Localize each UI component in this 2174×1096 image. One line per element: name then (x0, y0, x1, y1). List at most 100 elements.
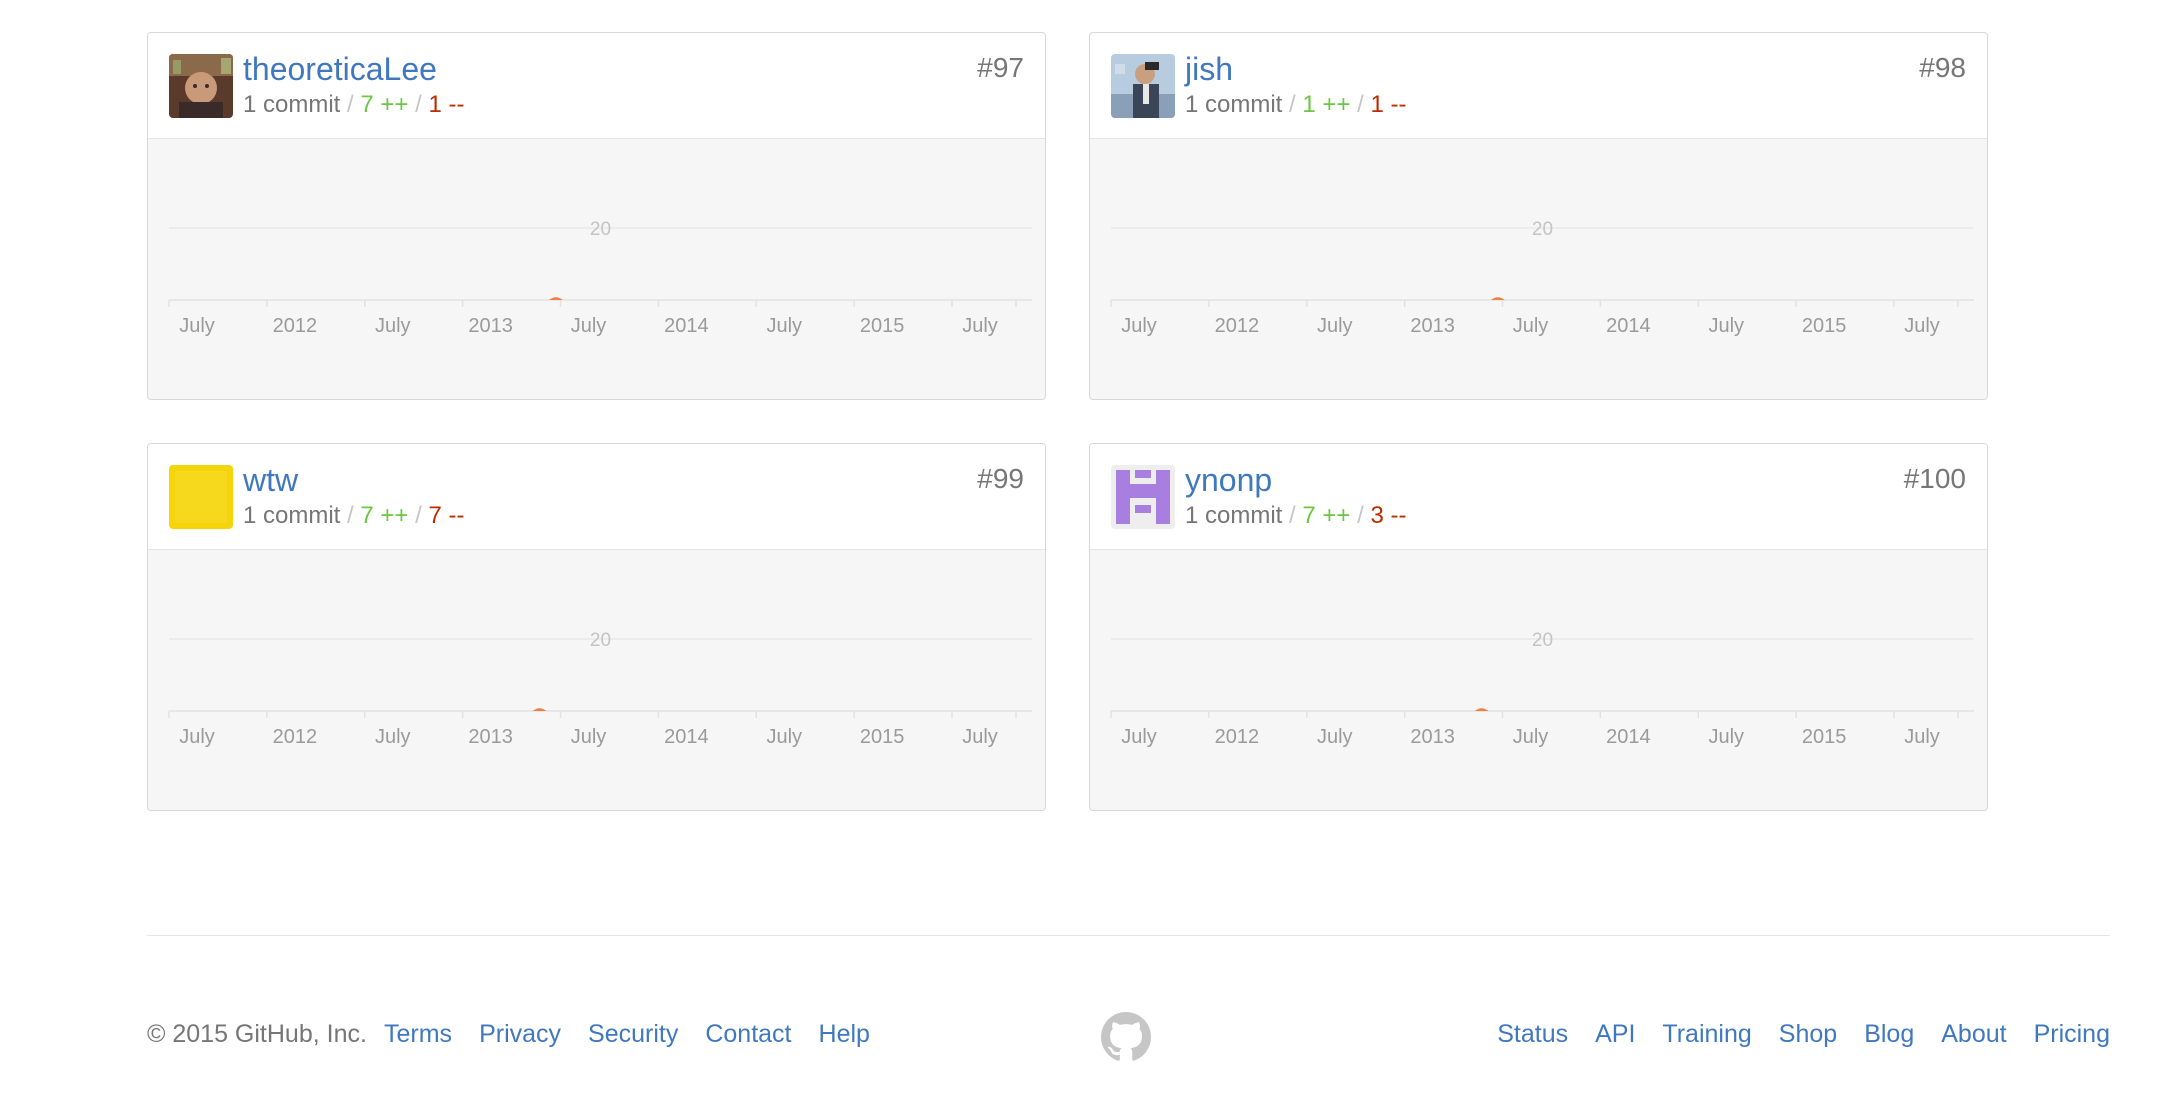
contributor-stats: 1 commit / 1 ++ / 1 -- (1185, 91, 1407, 118)
x-tick-label: July (962, 726, 998, 748)
footer-link-help[interactable]: Help (819, 1018, 870, 1050)
x-tick-label: July (766, 726, 802, 748)
footer-link-status[interactable]: Status (1497, 1018, 1568, 1050)
x-tick-label: July (1513, 726, 1549, 748)
contributor-activity-chart: 20 July 2012 July 2013 July 2014 July 2015 July (148, 550, 1044, 809)
deletions-count: 7 -- (428, 502, 465, 529)
user-photo-icon (1111, 54, 1175, 118)
footer-link-contact[interactable]: Contact (705, 1018, 791, 1050)
x-tick-label: July (179, 726, 215, 748)
contributor-activity-chart: 20 July 2012 July 2013 July 2014 July 2015 July (1090, 550, 1986, 809)
x-tick-label: 2013 (468, 726, 513, 748)
commit-count[interactable]: 1 commit (243, 91, 340, 118)
x-tick-label: 2013 (468, 315, 513, 337)
commit-count[interactable]: 1 commit (1185, 502, 1282, 529)
avatar[interactable] (1111, 465, 1175, 529)
data-point (1490, 297, 1505, 300)
x-tick-label: 2014 (664, 315, 709, 337)
y-tick-label: 20 (1532, 219, 1553, 240)
footer-link-privacy[interactable]: Privacy (479, 1018, 561, 1050)
contributor-rank: #99 (977, 463, 1024, 494)
x-tick-label: July (375, 726, 411, 748)
footer-link-security[interactable]: Security (588, 1018, 678, 1050)
x-tick-label: July (1317, 315, 1353, 337)
x-tick-label: 2015 (860, 315, 905, 337)
contributor-card: theoreticaLee 1 commit / 7 ++ / 1 -- #97… (147, 32, 1046, 400)
x-tick-label: 2015 (1802, 315, 1847, 337)
contributor-stats: 1 commit / 7 ++ / 3 -- (1185, 502, 1407, 529)
x-tick-label: July (1904, 726, 1940, 748)
footer-link-pricing[interactable]: Pricing (2034, 1018, 2110, 1050)
x-tick-label: July (571, 726, 607, 748)
site-footer: © 2015 GitHub, Inc. Terms Privacy Securi… (147, 1012, 2110, 1061)
contributor-card-header: theoreticaLee 1 commit / 7 ++ / 1 -- #97 (148, 33, 1045, 139)
x-tick-label: July (962, 315, 998, 337)
footer-link-blog[interactable]: Blog (1864, 1018, 1914, 1050)
commit-count[interactable]: 1 commit (243, 502, 340, 529)
x-tick-label: July (1708, 315, 1744, 337)
x-tick-label: 2012 (273, 726, 318, 748)
avatar[interactable] (1111, 54, 1175, 118)
footer-link-about[interactable]: About (1941, 1018, 2006, 1050)
x-tick-label: 2012 (1215, 726, 1260, 748)
footer-link-shop[interactable]: Shop (1779, 1018, 1837, 1050)
deletions-count: 1 -- (428, 91, 465, 118)
avatar[interactable] (169, 54, 233, 118)
y-tick-label: 20 (1532, 630, 1553, 651)
x-tick-label: 2013 (1410, 726, 1455, 748)
x-tick-label: July (1317, 726, 1353, 748)
github-octocat-icon[interactable] (1101, 1012, 1151, 1062)
y-tick-label: 20 (590, 630, 611, 651)
contributor-card-header: jish 1 commit / 1 ++ / 1 -- #98 (1090, 33, 1987, 139)
x-tick-label: 2012 (273, 315, 318, 337)
copyright-text: © 2015 GitHub, Inc. (147, 1020, 367, 1048)
contributor-rank: #97 (977, 52, 1024, 83)
contributor-activity-chart: 20 July 2012 July 2013 July 2014 July 2015 July (148, 139, 1044, 398)
additions-count: 7 ++ (1302, 502, 1351, 529)
contributor-card: wtw 1 commit / 7 ++ / 7 -- #99 20 July 201… (147, 443, 1046, 811)
x-tick-label: 2012 (1215, 315, 1260, 337)
x-tick-label: 2013 (1410, 315, 1455, 337)
commit-count[interactable]: 1 commit (1185, 91, 1282, 118)
identicon-icon (1111, 465, 1175, 529)
chart-svg: 20 July 2012 July 2013 July 2014 July 2015 July (1110, 630, 1974, 748)
x-tick-label: July (766, 315, 802, 337)
contributor-username-link[interactable]: theoreticaLee (243, 50, 437, 88)
additions-count: 7 ++ (360, 91, 409, 118)
footer-links-right: Status API Training Shop Blog About Pric… (1497, 1018, 2110, 1050)
chart-svg: 20 July 2012 July 2013 July 2014 July 2015 July (168, 630, 1032, 748)
deletions-count: 3 -- (1370, 502, 1407, 529)
footer-links-left: Terms Privacy Security Contact Help (384, 1018, 870, 1050)
contributor-card: ynonp 1 commit / 7 ++ / 3 -- #100 20 July… (1089, 443, 1988, 811)
contributor-username-link[interactable]: ynonp (1185, 461, 1272, 499)
contributors-page: theoreticaLee 1 commit / 7 ++ / 1 -- #97… (0, 0, 2174, 1096)
x-tick-label: July (179, 315, 215, 337)
x-tick-label: July (1121, 315, 1157, 337)
x-tick-label: July (375, 315, 411, 337)
contributor-activity-chart: 20 July 2012 July 2013 July 2014 July 2015 July (1090, 139, 1986, 398)
contributor-card-header: wtw 1 commit / 7 ++ / 7 -- #99 (148, 444, 1045, 550)
avatar[interactable] (169, 465, 233, 529)
identicon-icon (169, 465, 233, 529)
data-point (548, 297, 563, 300)
chart-svg: 20 July 2012 July 2013 July 2014 July 2015 July (1110, 219, 1974, 337)
data-point (532, 708, 547, 711)
footer-link-training[interactable]: Training (1662, 1018, 1751, 1050)
x-tick-label: 2014 (1606, 315, 1651, 337)
user-photo-icon (169, 54, 233, 118)
x-tick-label: July (1708, 726, 1744, 748)
contributor-username-link[interactable]: wtw (243, 461, 298, 499)
contributor-card-header: ynonp 1 commit / 7 ++ / 3 -- #100 (1090, 444, 1987, 550)
footer-link-terms[interactable]: Terms (384, 1018, 452, 1050)
x-tick-label: 2014 (664, 726, 709, 748)
footer-divider (147, 935, 2110, 936)
data-point (1474, 708, 1489, 711)
footer-link-api[interactable]: API (1595, 1018, 1635, 1050)
x-tick-label: July (1904, 315, 1940, 337)
y-tick-label: 20 (590, 219, 611, 240)
contributor-username-link[interactable]: jish (1185, 50, 1233, 88)
x-tick-label: 2015 (860, 726, 905, 748)
contributor-card: jish 1 commit / 1 ++ / 1 -- #98 20 July 20… (1089, 32, 1988, 400)
contributor-rank: #100 (1903, 463, 1966, 494)
additions-count: 1 ++ (1302, 91, 1351, 118)
